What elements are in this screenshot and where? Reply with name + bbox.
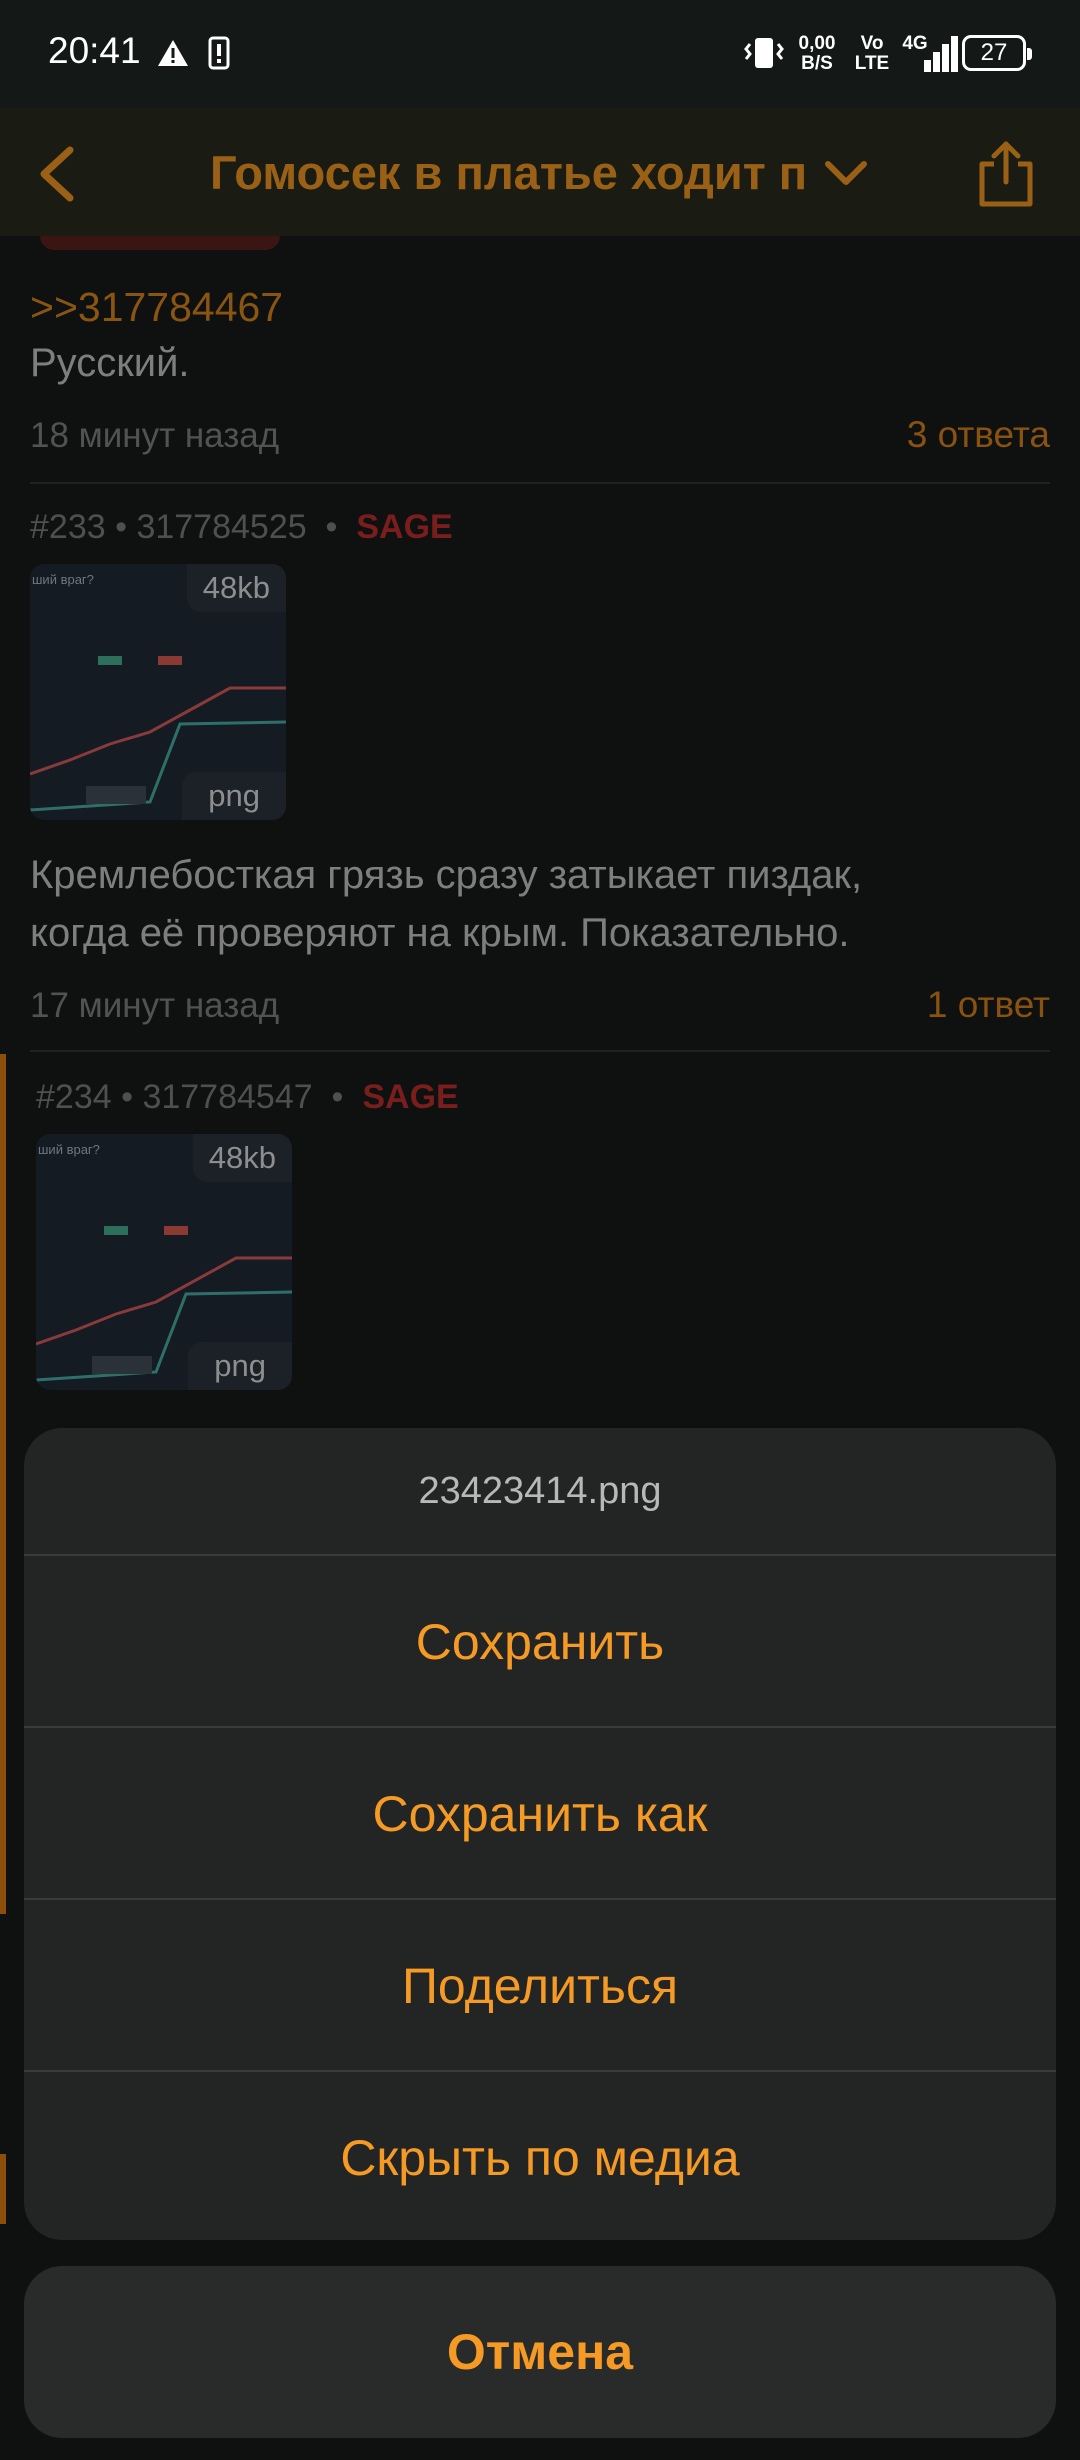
share-button[interactable]: Поделиться <box>24 1898 1056 2072</box>
post-number: #233 <box>30 508 106 546</box>
highlight-bar <box>0 2154 6 2224</box>
post-header: #234 • 317784547 • SAGE <box>36 1078 459 1116</box>
sage-badge: SAGE <box>356 508 453 546</box>
sim-icon <box>208 36 230 70</box>
image-thumbnail[interactable]: ший враг? 48kb png <box>30 564 286 820</box>
volte-indicator: Vo LTE <box>854 33 890 74</box>
cancel-button[interactable]: Отмена <box>24 2266 1056 2438</box>
replies-link[interactable]: 1 ответ <box>927 984 1050 1026</box>
image-thumbnail[interactable]: ший враг? 48kb png <box>36 1134 292 1390</box>
post-text: Русский. <box>30 341 190 385</box>
signal-icon <box>924 36 958 72</box>
highlight-bar <box>0 1054 6 1914</box>
back-arrow-icon[interactable] <box>30 144 90 204</box>
sage-badge: SAGE <box>362 1078 459 1116</box>
divider <box>30 1050 1050 1052</box>
image-thumbnail[interactable] <box>40 236 280 250</box>
status-time: 20:41 <box>48 30 141 71</box>
post-id[interactable]: 317784525 <box>136 508 306 546</box>
replies-link[interactable]: 3 ответа <box>907 414 1050 456</box>
warning-icon <box>158 40 188 66</box>
image-size: 48kb <box>186 564 286 612</box>
battery-icon: 27 <box>962 35 1032 71</box>
reply-link[interactable]: >>317784467 <box>30 284 283 331</box>
image-size: 48kb <box>192 1134 292 1182</box>
thread-title[interactable]: Гомосек в платье ходит пр <box>210 145 810 201</box>
hide-by-media-button[interactable]: Скрыть по медиа <box>24 2070 1056 2240</box>
status-bar: 20:41 0,00 B/S Vo LTE 4G 27 <box>0 0 1080 108</box>
post-time: 17 минут назад <box>30 986 280 1025</box>
image-extension: png <box>182 772 286 820</box>
thread-header: Гомосек в платье ходит пр <box>0 108 1080 236</box>
post-number: #234 <box>36 1078 112 1116</box>
vibrate-icon <box>744 38 784 68</box>
image-extension: png <box>188 1342 292 1390</box>
sheet-title: 23423414.png <box>418 1470 662 1512</box>
post-text: Кремлебосткая грязь сразу затыкает пизда… <box>30 853 863 955</box>
post-time: 18 минут назад <box>30 416 280 455</box>
svg-text:ший враг?: ший враг? <box>38 1142 100 1157</box>
post-id[interactable]: 317784547 <box>142 1078 312 1116</box>
post-header: #233 • 317784525 • SAGE <box>30 508 453 546</box>
save-as-button[interactable]: Сохранить как <box>24 1726 1056 1900</box>
divider <box>30 482 1050 484</box>
net-speed: 0,00 B/S <box>798 33 836 74</box>
share-icon[interactable] <box>972 136 1040 208</box>
save-button[interactable]: Сохранить <box>24 1554 1056 1728</box>
media-actions-sheet: 23423414.png Сохранить Сохранить как Под… <box>24 1428 1056 2240</box>
svg-text:ший враг?: ший враг? <box>32 572 94 587</box>
chevron-down-icon[interactable] <box>820 154 872 194</box>
